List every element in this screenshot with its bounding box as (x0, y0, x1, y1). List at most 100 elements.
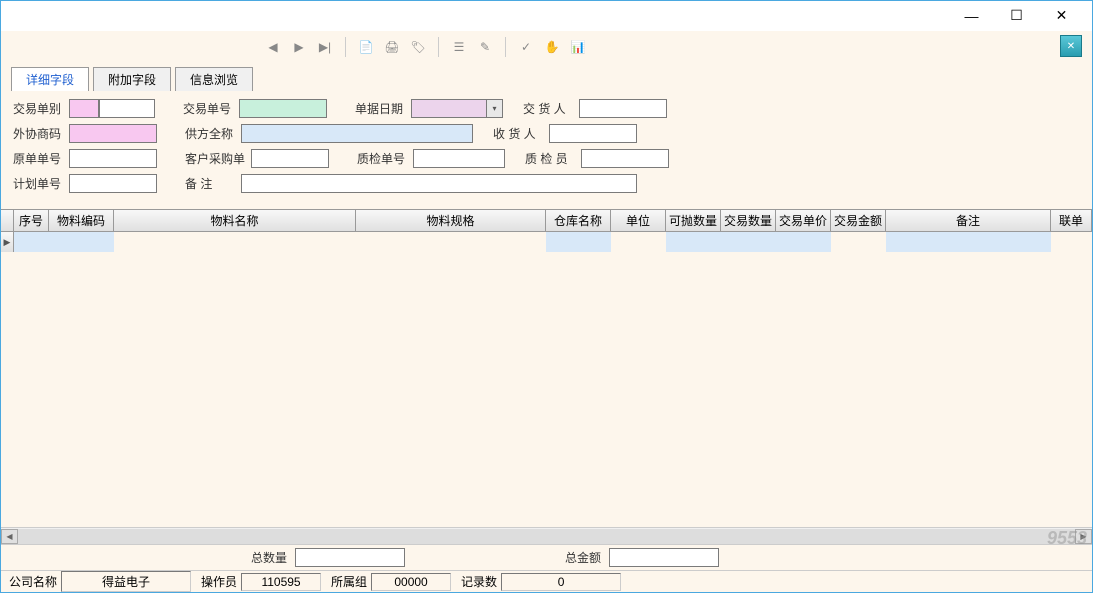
data-grid: 序号 物料编码 物料名称 物料规格 仓库名称 单位 可抛数量 交易数量 交易单价… (1, 209, 1092, 544)
col-seq[interactable]: 序号 (14, 210, 49, 231)
new-doc-icon[interactable]: 📄 (354, 35, 378, 59)
cell-mat-spec[interactable] (356, 232, 546, 252)
col-rowmarker[interactable] (1, 210, 14, 231)
close-button[interactable]: ✕ (1039, 2, 1084, 30)
col-trans-qty[interactable]: 交易数量 (721, 210, 776, 231)
group-label: 所属组 (327, 573, 371, 590)
toolbar-sep (438, 37, 439, 57)
edit-icon[interactable]: ✎ (473, 35, 497, 59)
trans-type-input2[interactable] (99, 99, 155, 118)
receiver-label: 收 货 人 (493, 125, 545, 142)
operator-value: 110595 (241, 573, 321, 591)
inspector-input[interactable] (581, 149, 669, 168)
form-panel: 交易单别 交易单号 单据日期 ▾ 交 货 人 外协商码 (1, 91, 1092, 209)
total-qty-input (295, 548, 405, 567)
horizontal-scrollbar[interactable]: ◀ ▶ (1, 527, 1092, 544)
scroll-thumb[interactable] (18, 529, 1075, 544)
trans-type-input[interactable] (69, 99, 99, 118)
remark-input[interactable] (241, 174, 637, 193)
toolbar-sep (345, 37, 346, 57)
col-link[interactable]: 联单 (1051, 210, 1092, 231)
cust-po-label: 客户采购单 (185, 150, 247, 167)
bill-date-label: 单据日期 (355, 100, 407, 117)
list-icon[interactable]: ☰ (447, 35, 471, 59)
check-icon[interactable]: ✓ (514, 35, 538, 59)
cell-mat-name[interactable] (114, 232, 356, 252)
col-unit[interactable]: 单位 (611, 210, 666, 231)
cell-trans-qty[interactable] (721, 232, 776, 252)
cell-seq[interactable] (14, 232, 49, 252)
toolbar: ◀ ▶ ▶| 📄 🖨 🏷 ☰ ✎ ✓ ✋ 📊 ✕ (1, 31, 1092, 63)
col-mat-spec[interactable]: 物料规格 (356, 210, 546, 231)
tag-icon[interactable]: 🏷 (406, 35, 430, 59)
cell-remark[interactable] (886, 232, 1051, 252)
total-amount-label: 总金额 (565, 549, 601, 566)
totals-bar: 总数量 总金额 (1, 544, 1092, 570)
cell-unit[interactable] (611, 232, 666, 252)
nav-next-icon[interactable]: ▶ (287, 35, 311, 59)
scroll-right-icon[interactable]: ▶ (1075, 529, 1092, 544)
trans-no-label: 交易单号 (183, 100, 235, 117)
cell-link[interactable] (1051, 232, 1092, 252)
qc-no-label: 质检单号 (357, 150, 409, 167)
vendor-name-label: 供方全称 (185, 125, 237, 142)
remark-label: 备 注 (185, 175, 237, 192)
receiver-input[interactable] (549, 124, 637, 143)
operator-label: 操作员 (197, 573, 241, 590)
count-label: 记录数 (457, 573, 501, 590)
scroll-left-icon[interactable]: ◀ (1, 529, 18, 544)
table-row[interactable]: ▶ (1, 232, 1092, 252)
trans-no-input[interactable] (239, 99, 327, 118)
orig-no-label: 原单单号 (13, 150, 65, 167)
col-mat-name[interactable]: 物料名称 (114, 210, 356, 231)
vendor-name-input[interactable] (241, 124, 473, 143)
main-window: — ☐ ✕ ◀ ▶ ▶| 📄 🖨 🏷 ☰ ✎ ✓ ✋ 📊 ✕ 详细字段 附加字段… (0, 0, 1093, 593)
col-amount[interactable]: 交易金额 (831, 210, 886, 231)
col-unit-price[interactable]: 交易单价 (776, 210, 831, 231)
grid-body[interactable]: ▶ (1, 232, 1092, 527)
deliverer-input[interactable] (579, 99, 667, 118)
cust-po-input[interactable] (251, 149, 329, 168)
cell-amount[interactable] (831, 232, 886, 252)
tab-bar: 详细字段 附加字段 信息浏览 (1, 63, 1092, 91)
total-amount-input (609, 548, 719, 567)
nav-prev-icon[interactable]: ◀ (261, 35, 285, 59)
date-dropdown-icon[interactable]: ▾ (487, 99, 503, 118)
company-value: 得益电子 (61, 571, 191, 592)
maximize-button[interactable]: ☐ (994, 2, 1039, 30)
minimize-button[interactable]: — (949, 2, 994, 30)
nav-last-icon[interactable]: ▶| (313, 35, 337, 59)
count-value: 0 (501, 573, 621, 591)
tab-additional[interactable]: 附加字段 (93, 67, 171, 91)
trans-type-label: 交易单别 (13, 100, 65, 117)
col-remark[interactable]: 备注 (886, 210, 1051, 231)
print-icon[interactable]: 🖨 (380, 35, 404, 59)
plan-no-label: 计划单号 (13, 175, 65, 192)
col-avail-qty[interactable]: 可抛数量 (666, 210, 721, 231)
tab-detail[interactable]: 详细字段 (11, 67, 89, 91)
bill-date-input[interactable] (411, 99, 487, 118)
cell-avail-qty[interactable] (666, 232, 721, 252)
total-qty-label: 总数量 (251, 549, 287, 566)
vendor-code-input[interactable] (69, 124, 157, 143)
approve-icon[interactable]: ✋ (540, 35, 564, 59)
exit-button[interactable]: ✕ (1060, 35, 1082, 57)
qc-no-input[interactable] (413, 149, 505, 168)
cell-mat-code[interactable] (49, 232, 114, 252)
titlebar: — ☐ ✕ (1, 1, 1092, 31)
chart-icon[interactable]: 📊 (566, 35, 590, 59)
tab-browse[interactable]: 信息浏览 (175, 67, 253, 91)
inspector-label: 质 检 员 (525, 150, 577, 167)
cell-unit-price[interactable] (776, 232, 831, 252)
orig-no-input[interactable] (69, 149, 157, 168)
company-label: 公司名称 (5, 573, 61, 590)
status-bar: 公司名称 得益电子 操作员 110595 所属组 00000 记录数 0 (1, 570, 1092, 592)
col-mat-code[interactable]: 物料编码 (49, 210, 114, 231)
cell-warehouse[interactable] (546, 232, 611, 252)
deliverer-label: 交 货 人 (523, 100, 575, 117)
row-indicator-icon: ▶ (1, 232, 14, 252)
group-value: 00000 (371, 573, 451, 591)
col-warehouse[interactable]: 仓库名称 (546, 210, 611, 231)
plan-no-input[interactable] (69, 174, 157, 193)
vendor-code-label: 外协商码 (13, 125, 65, 142)
